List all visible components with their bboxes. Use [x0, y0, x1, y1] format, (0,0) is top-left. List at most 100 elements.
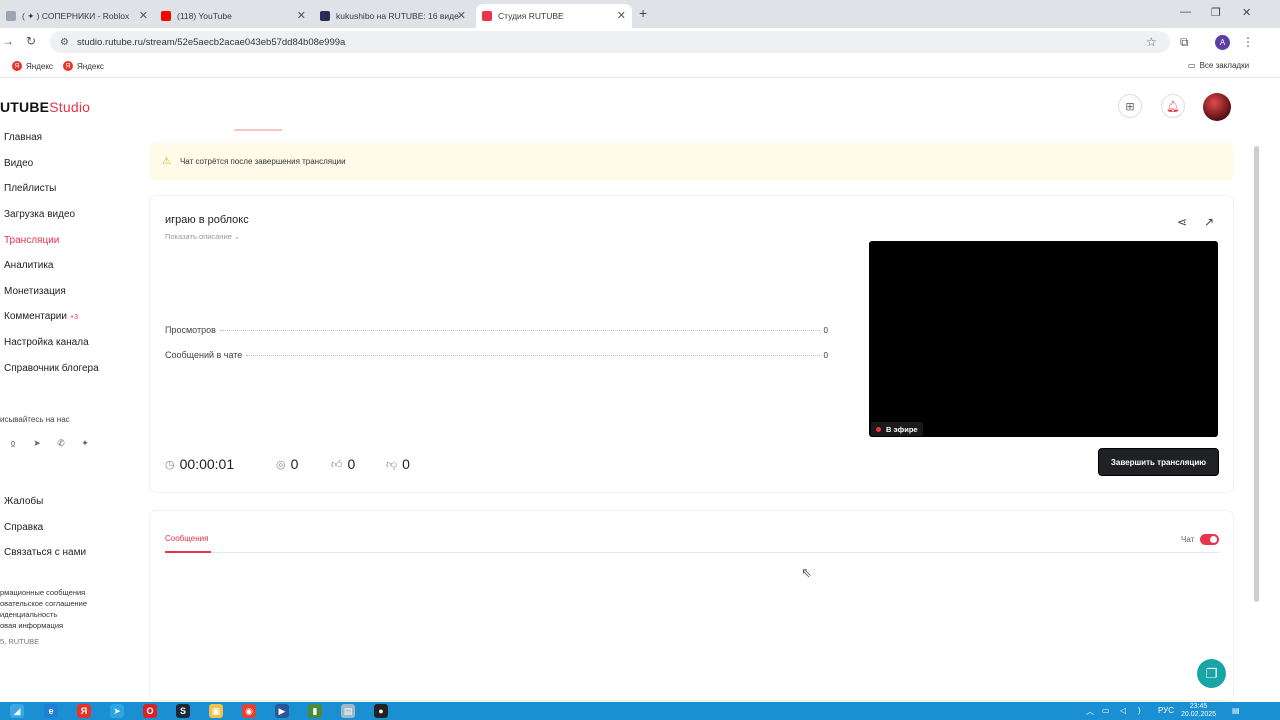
volume-icon[interactable]: ◁: [1120, 706, 1126, 715]
footer-link[interactable]: рмационные сообщения: [0, 588, 85, 597]
tray-chevron-icon[interactable]: ︿: [1086, 706, 1094, 717]
tab-close-icon[interactable]: ✕: [617, 9, 626, 22]
site-info-icon[interactable]: ⚙: [60, 37, 69, 48]
sidebar-item-home[interactable]: Главная: [4, 132, 42, 143]
sidebar-item-monetization[interactable]: Монетизация: [4, 286, 66, 297]
steam-icon[interactable]: S: [176, 704, 190, 718]
network-icon[interactable]: ▭: [1102, 706, 1110, 715]
file-explorer-icon[interactable]: ▣: [209, 704, 223, 718]
yandex-icon: Я: [12, 61, 22, 71]
footer-link[interactable]: овательское соглашение: [0, 599, 87, 608]
tab-messages[interactable]: Сообщения: [165, 534, 208, 543]
live-badge: В эфире: [871, 422, 923, 436]
page-tab-indicator: [234, 129, 282, 131]
sidebar-item-streams[interactable]: Трансляции: [4, 235, 59, 246]
app-icon[interactable]: ▤: [341, 704, 355, 718]
plus-square-icon: ⊞: [1125, 100, 1135, 113]
dislikes-count: 👎︎ 0: [386, 456, 410, 472]
language-indicator[interactable]: РУС: [1158, 706, 1174, 715]
sidebar-item-playlists[interactable]: Плейлисты: [4, 183, 56, 194]
stream-title: играю в роблокс: [165, 214, 249, 226]
minimize-icon[interactable]: —: [1180, 6, 1191, 18]
share-icon[interactable]: ⋖: [1177, 215, 1187, 229]
browser-tab-active[interactable]: Студия RUTUBE ✕: [476, 4, 632, 28]
tab-close-icon[interactable]: ✕: [297, 9, 306, 22]
browser-tab-bar: ( ✦ ) СОПЕРНИКИ - Roblox ✕ (118) YouTube…: [0, 0, 1280, 28]
sidebar-item-blogger-guide[interactable]: Справочник блогера: [4, 363, 99, 374]
sidebar-link-help[interactable]: Справка: [4, 522, 43, 533]
bookmarks-bar: Я Яндекс Я Яндекс ▭ Все закладки: [0, 56, 1280, 78]
extensions-icon[interactable]: ⧉: [1180, 35, 1189, 50]
mouse-cursor-icon: ⇖: [801, 565, 812, 580]
chrome-icon[interactable]: ◉: [242, 704, 256, 718]
browser-tab[interactable]: (118) YouTube ✕: [155, 4, 312, 28]
page-scrollbar[interactable]: [1254, 146, 1259, 602]
thumbs-down-icon: 👎︎: [386, 458, 398, 471]
stat-views: Просмотров 0: [165, 325, 828, 335]
sidebar-item-video[interactable]: Видео: [4, 158, 33, 169]
sidebar-link-contact[interactable]: Связаться с нами: [4, 547, 86, 558]
bookmark-yandex[interactable]: Я Яндекс: [63, 61, 104, 71]
edge-icon[interactable]: e: [44, 704, 58, 718]
warning-icon: ⚠: [162, 156, 171, 167]
viber-icon[interactable]: ✆: [54, 436, 68, 450]
reload-icon[interactable]: ↻: [26, 34, 36, 48]
browser-profile-avatar[interactable]: A: [1215, 35, 1230, 50]
url-field[interactable]: ⚙ studio.rutube.ru/stream/52e5aecb2acae0…: [50, 31, 1170, 53]
sidebar-item-channel-settings[interactable]: Настройка канала: [4, 337, 89, 348]
user-avatar[interactable]: [1203, 93, 1231, 121]
app-icon[interactable]: ▶: [275, 704, 289, 718]
open-external-icon[interactable]: ↗: [1204, 215, 1214, 229]
tab-close-icon[interactable]: ✕: [139, 9, 148, 22]
support-chat-button[interactable]: ❐: [1197, 659, 1226, 688]
stream-preview-player[interactable]: [869, 241, 1218, 437]
menu-kebab-icon[interactable]: ⋮: [1242, 35, 1254, 49]
system-clock[interactable]: 23:45 20.02.2025: [1181, 703, 1216, 719]
browser-tab[interactable]: ( ✦ ) СОПЕРНИКИ - Roblox ✕: [0, 4, 154, 28]
notifications-button[interactable]: 🔔︎: [1161, 94, 1185, 118]
bookmark-star-icon[interactable]: ☆: [1146, 35, 1157, 49]
opera-icon[interactable]: O: [143, 704, 157, 718]
sidebar-item-upload[interactable]: Загрузка видео: [4, 209, 75, 220]
viewer-icon: ◎: [276, 458, 286, 471]
upload-button[interactable]: ⊞: [1118, 94, 1142, 118]
chat-warning-banner: ⚠ Чат сотрётся после завершения трансляц…: [150, 143, 1233, 180]
window-close-icon[interactable]: ✕: [1242, 6, 1251, 19]
all-bookmarks[interactable]: ▭ Все закладки: [1188, 61, 1249, 70]
end-stream-button[interactable]: Завершить трансляцию: [1098, 448, 1219, 476]
bookmark-yandex[interactable]: Я Яндекс: [12, 61, 53, 71]
forward-icon[interactable]: →: [2, 34, 14, 48]
new-tab-button[interactable]: +: [639, 5, 647, 21]
obs-icon[interactable]: ●: [374, 704, 388, 718]
sidebar-item-analytics[interactable]: Аналитика: [4, 260, 54, 271]
rutube-favicon-icon: [320, 11, 330, 21]
chat-card: [150, 511, 1233, 700]
maximize-icon[interactable]: ❐: [1211, 6, 1221, 19]
app-icon[interactable]: ▮: [308, 704, 322, 718]
roblox-favicon-icon: [6, 11, 16, 21]
browser-tab[interactable]: kukushibo на RUTUBE: 16 виде ✕: [314, 4, 472, 28]
yandex-browser-icon[interactable]: Я: [77, 704, 91, 718]
follow-us-label: исывайтесь на нас: [0, 415, 70, 424]
start-icon[interactable]: ◢: [10, 704, 24, 718]
chat-toggle[interactable]: [1200, 534, 1219, 545]
ok-social-icon[interactable]: ჲ: [6, 436, 20, 450]
stream-timer: ◷ 00:00:01: [165, 456, 235, 472]
footer-link[interactable]: иденциальность: [0, 610, 57, 619]
copyright: 5, RUTUBE: [0, 637, 40, 646]
youtube-favicon-icon: [161, 11, 171, 21]
more-social-icon[interactable]: ✦: [78, 436, 92, 450]
folder-icon: ▭: [1188, 61, 1196, 70]
notifications-tray-icon[interactable]: ▤: [1232, 706, 1240, 715]
telegram-taskbar-icon[interactable]: ➤: [110, 704, 124, 718]
speaker-icon[interactable]: ): [1138, 706, 1141, 715]
telegram-icon[interactable]: ➤: [30, 436, 44, 450]
show-description-toggle[interactable]: Показать описание ⌄: [165, 232, 240, 241]
sidebar-link-complaints[interactable]: Жалобы: [4, 496, 43, 507]
sidebar-item-comments[interactable]: Комментарии +3: [4, 311, 78, 322]
active-tab-indicator: [165, 551, 211, 553]
rutube-studio-logo[interactable]: UTUBEStudio: [0, 99, 90, 115]
footer-link[interactable]: овая информация: [0, 621, 63, 630]
tab-close-icon[interactable]: ✕: [457, 9, 466, 22]
address-bar-row: → ↻ ⚙ studio.rutube.ru/stream/52e5aecb2a…: [0, 28, 1280, 56]
